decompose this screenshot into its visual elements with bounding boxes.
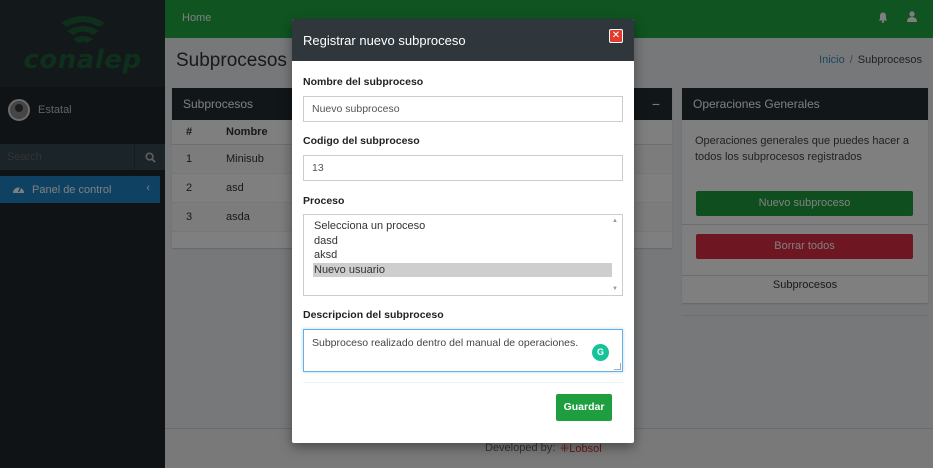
scroll-up-icon[interactable]: ▲ [612,218,618,224]
description-label: Descripcion del subproceso [303,309,444,321]
process-option[interactable]: aksd [313,248,612,263]
register-subproceso-modal: Registrar nuevo subproceso ✕ Nombre del … [292,19,634,443]
description-textarea[interactable]: Subproceso realizado dentro del manual d… [303,329,623,372]
process-option-selected[interactable]: Nuevo usuario [313,262,612,277]
process-select[interactable]: Selecciona un proceso dasd aksd Nuevo us… [303,214,623,296]
modal-title: Registrar nuevo subproceso [303,32,466,48]
name-input[interactable]: Nuevo subproceso [303,96,623,122]
resize-handle-icon[interactable] [614,363,621,370]
code-label: Codigo del subproceso [303,135,420,147]
grammarly-icon[interactable]: G [592,344,609,361]
modal-header: Registrar nuevo subproceso ✕ [292,19,634,61]
close-icon[interactable]: ✕ [609,29,623,43]
code-input[interactable]: 13 [303,155,623,181]
save-button[interactable]: Guardar [556,394,612,421]
process-label: Proceso [303,195,345,207]
process-option[interactable]: dasd [313,234,612,249]
scroll-down-icon[interactable]: ▼ [612,286,618,292]
process-option[interactable]: Selecciona un proceso [313,219,612,234]
name-label: Nombre del subproceso [303,76,424,88]
select-scrollbar[interactable]: ▲ ▼ [611,217,620,293]
modal-divider [303,382,623,383]
